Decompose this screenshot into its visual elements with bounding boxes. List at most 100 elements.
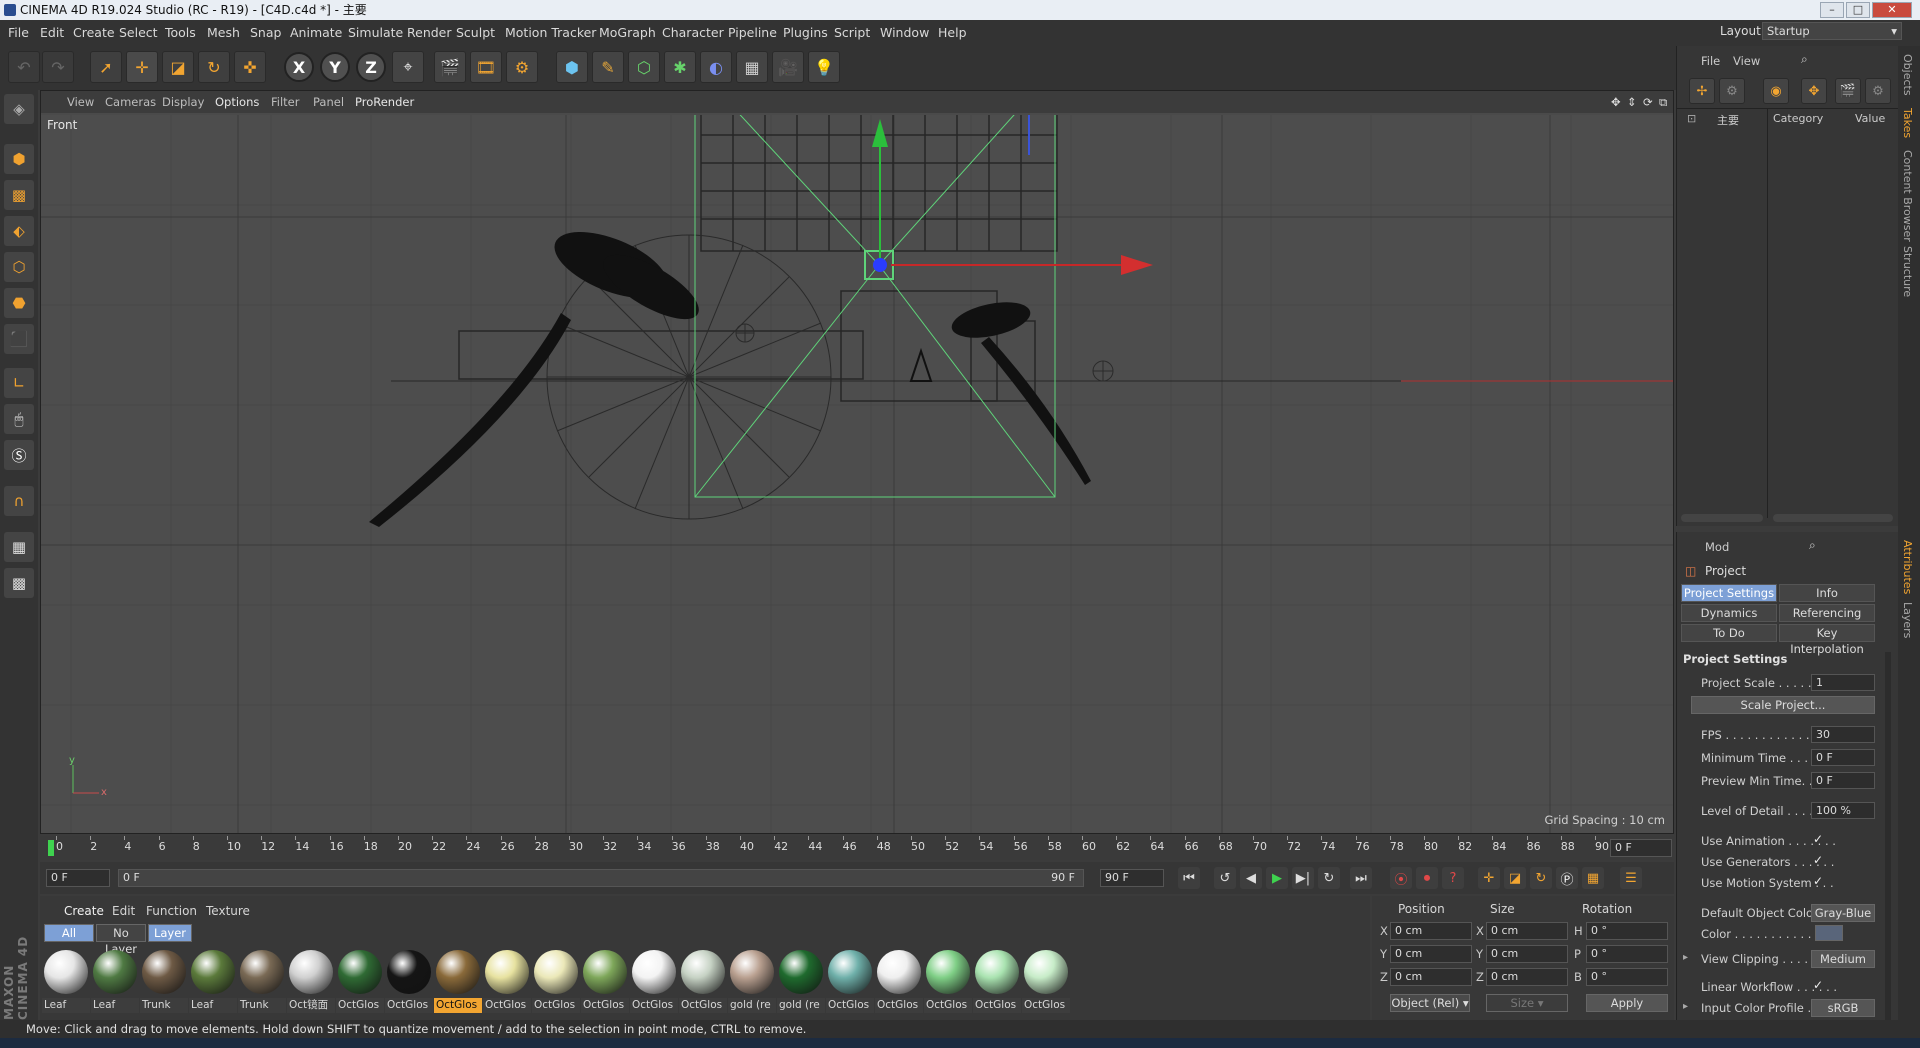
material-swatch[interactable]: Leaf bbox=[189, 948, 237, 1014]
render-settings-icon[interactable]: ⚙ bbox=[506, 51, 538, 83]
frame-range-slider[interactable]: 0 F 90 F bbox=[118, 869, 1084, 887]
play-forward-icon[interactable]: ▶ bbox=[1266, 867, 1288, 889]
fps-field[interactable]: 30 bbox=[1811, 726, 1875, 743]
viewport-menu-display[interactable]: Display bbox=[162, 95, 204, 109]
minimize-button[interactable]: – bbox=[1820, 2, 1844, 18]
object-menu-file[interactable]: File bbox=[1701, 54, 1720, 68]
workplane-lock-icon[interactable]: ▦ bbox=[4, 532, 34, 562]
next-key-icon[interactable]: ↻ bbox=[1318, 867, 1340, 889]
viewport-pan-icon[interactable]: ✥ bbox=[1611, 95, 1621, 109]
linear-workflow-checkbox[interactable]: ✓ bbox=[1813, 978, 1823, 992]
material-swatch[interactable]: OctGlos bbox=[581, 948, 629, 1014]
close-button[interactable]: ✕ bbox=[1872, 2, 1912, 18]
light-icon[interactable]: 💡 bbox=[808, 51, 840, 83]
apply-button[interactable]: Apply bbox=[1586, 994, 1668, 1012]
viewport-canvas[interactable]: Front y x Grid Spacing : 10 cm bbox=[41, 115, 1673, 833]
view-clipping-select[interactable]: Medium bbox=[1811, 950, 1875, 968]
material-swatch[interactable]: Leaf bbox=[42, 948, 90, 1014]
menu-edit[interactable]: Edit bbox=[40, 25, 64, 40]
make-editable-icon[interactable]: ◈ bbox=[4, 94, 34, 124]
timeline-window-icon[interactable]: ☰ bbox=[1620, 867, 1642, 889]
points-mode-icon[interactable]: ⬡ bbox=[4, 252, 34, 282]
menu-tools[interactable]: Tools bbox=[165, 25, 196, 40]
key-position-icon[interactable]: ✛ bbox=[1478, 867, 1500, 889]
scale-project-button[interactable]: Scale Project... bbox=[1691, 696, 1875, 714]
material-swatch[interactable]: Trunk bbox=[238, 948, 286, 1014]
default-color-select[interactable]: Gray-Blue bbox=[1811, 904, 1875, 922]
snap-icon[interactable]: ∩ bbox=[4, 486, 34, 516]
cube-icon[interactable]: ⬢ bbox=[556, 51, 588, 83]
go-to-start-icon[interactable]: ⏮ bbox=[1178, 867, 1200, 889]
material-swatch[interactable]: OctGlos bbox=[336, 948, 384, 1014]
material-menu-edit[interactable]: Edit bbox=[112, 904, 135, 918]
dock-tab-content-browser[interactable]: Content Browser bbox=[1901, 150, 1914, 242]
material-tab-all[interactable]: All bbox=[44, 924, 94, 942]
pen-spline-icon[interactable]: ✎ bbox=[592, 51, 624, 83]
use-motion-checkbox[interactable]: ✓ bbox=[1813, 874, 1823, 888]
key-scale-icon[interactable]: ◪ bbox=[1504, 867, 1526, 889]
material-swatch[interactable]: OctGlos bbox=[973, 948, 1021, 1014]
objects-tag-icon[interactable]: ✥ bbox=[1801, 78, 1827, 104]
menu-file[interactable]: File bbox=[8, 25, 29, 40]
project-scale-field[interactable]: 1 bbox=[1811, 674, 1875, 691]
object-search-icon[interactable]: ⌕ bbox=[1801, 52, 1808, 67]
scene-root-item[interactable]: 主要 bbox=[1717, 112, 1739, 128]
menu-simulate[interactable]: Simulate bbox=[348, 25, 403, 40]
tab-dynamics[interactable]: Dynamics bbox=[1681, 604, 1777, 622]
viewport-menu-view[interactable]: View bbox=[67, 95, 94, 109]
tab-key-interpolation[interactable]: Key Interpolation bbox=[1779, 624, 1875, 656]
coordinate-system-icon[interactable]: ⌖ bbox=[392, 51, 424, 83]
grid-snap-icon[interactable]: ▩ bbox=[4, 568, 34, 598]
horizontal-scrollbar-right[interactable] bbox=[1773, 514, 1893, 522]
tab-to-do[interactable]: To Do bbox=[1681, 624, 1777, 642]
viewport-menu-options[interactable]: Options bbox=[215, 95, 259, 109]
menu-window[interactable]: Window bbox=[880, 25, 929, 40]
previous-key-icon[interactable]: ↺ bbox=[1214, 867, 1236, 889]
subdivision-icon[interactable]: ⬡ bbox=[628, 51, 660, 83]
go-to-end-icon[interactable]: ⏭ bbox=[1350, 867, 1372, 889]
viewport-rotate-icon[interactable]: ⟳ bbox=[1643, 95, 1653, 109]
min-time-field[interactable]: 0 F bbox=[1811, 749, 1875, 766]
material-swatch[interactable]: OctGlos bbox=[630, 948, 678, 1014]
maximize-button[interactable]: □ bbox=[1846, 2, 1870, 18]
object-menu-view[interactable]: View bbox=[1733, 54, 1760, 68]
dock-tab-structure[interactable]: Structure bbox=[1901, 246, 1914, 297]
objects-render-icon[interactable]: 🎬 bbox=[1835, 78, 1861, 104]
menu-plugins[interactable]: Plugins bbox=[783, 25, 828, 40]
move-tool-icon[interactable]: ✛ bbox=[126, 51, 158, 83]
viewport-zoom-icon[interactable]: ⇕ bbox=[1627, 95, 1637, 109]
scale-tool-icon[interactable]: ◪ bbox=[162, 51, 194, 83]
camera-icon[interactable]: 🎥 bbox=[772, 51, 804, 83]
material-tab-layer[interactable]: Layer bbox=[148, 924, 192, 942]
deformer-icon[interactable]: ◐ bbox=[700, 51, 732, 83]
position-x-field[interactable]: 0 cm bbox=[1390, 922, 1472, 940]
material-swatch[interactable]: OctGlos bbox=[924, 948, 972, 1014]
rotation-h-field[interactable]: 0 ° bbox=[1586, 922, 1668, 940]
z-axis-lock-icon[interactable]: Z bbox=[356, 52, 386, 82]
attribute-search-icon[interactable]: ⌕ bbox=[1809, 538, 1816, 553]
viewport-maximize-icon[interactable]: ⧉ bbox=[1659, 95, 1667, 110]
material-menu-function[interactable]: Function bbox=[146, 904, 197, 918]
viewport-menu-cameras[interactable]: Cameras bbox=[105, 95, 156, 109]
material-menu-create[interactable]: Create bbox=[64, 904, 104, 918]
solo-icon[interactable]: Ⓢ bbox=[4, 440, 34, 470]
keyframe-selection-icon[interactable]: ? bbox=[1442, 867, 1464, 889]
y-axis-lock-icon[interactable]: Y bbox=[320, 52, 350, 82]
menu-character[interactable]: Character bbox=[662, 25, 724, 40]
floor-icon[interactable]: ▦ bbox=[736, 51, 768, 83]
material-swatch[interactable]: OctGlos bbox=[826, 948, 874, 1014]
material-swatch[interactable]: gold (re bbox=[728, 948, 776, 1014]
menu-select[interactable]: Select bbox=[119, 25, 158, 40]
viewport-menu-filter[interactable]: Filter bbox=[271, 95, 299, 109]
material-swatch[interactable]: OctGlos bbox=[385, 948, 433, 1014]
objects-layer-icon[interactable]: ◉ bbox=[1763, 78, 1789, 104]
use-animation-checkbox[interactable]: ✓ bbox=[1813, 832, 1823, 846]
dock-tab-layers[interactable]: Layers bbox=[1901, 602, 1914, 638]
preview-min-field[interactable]: 0 F bbox=[1811, 772, 1875, 789]
material-tab-no-layer[interactable]: No Layer bbox=[96, 924, 146, 956]
rotation-p-field[interactable]: 0 ° bbox=[1586, 945, 1668, 963]
record-active-objects-icon[interactable]: ⦿ bbox=[1390, 867, 1412, 889]
objects-filter-icon[interactable]: ✢ bbox=[1689, 78, 1715, 104]
render-view-icon[interactable]: 🎬 bbox=[434, 51, 466, 83]
workplane-mode-icon[interactable]: ⬖ bbox=[4, 216, 34, 246]
